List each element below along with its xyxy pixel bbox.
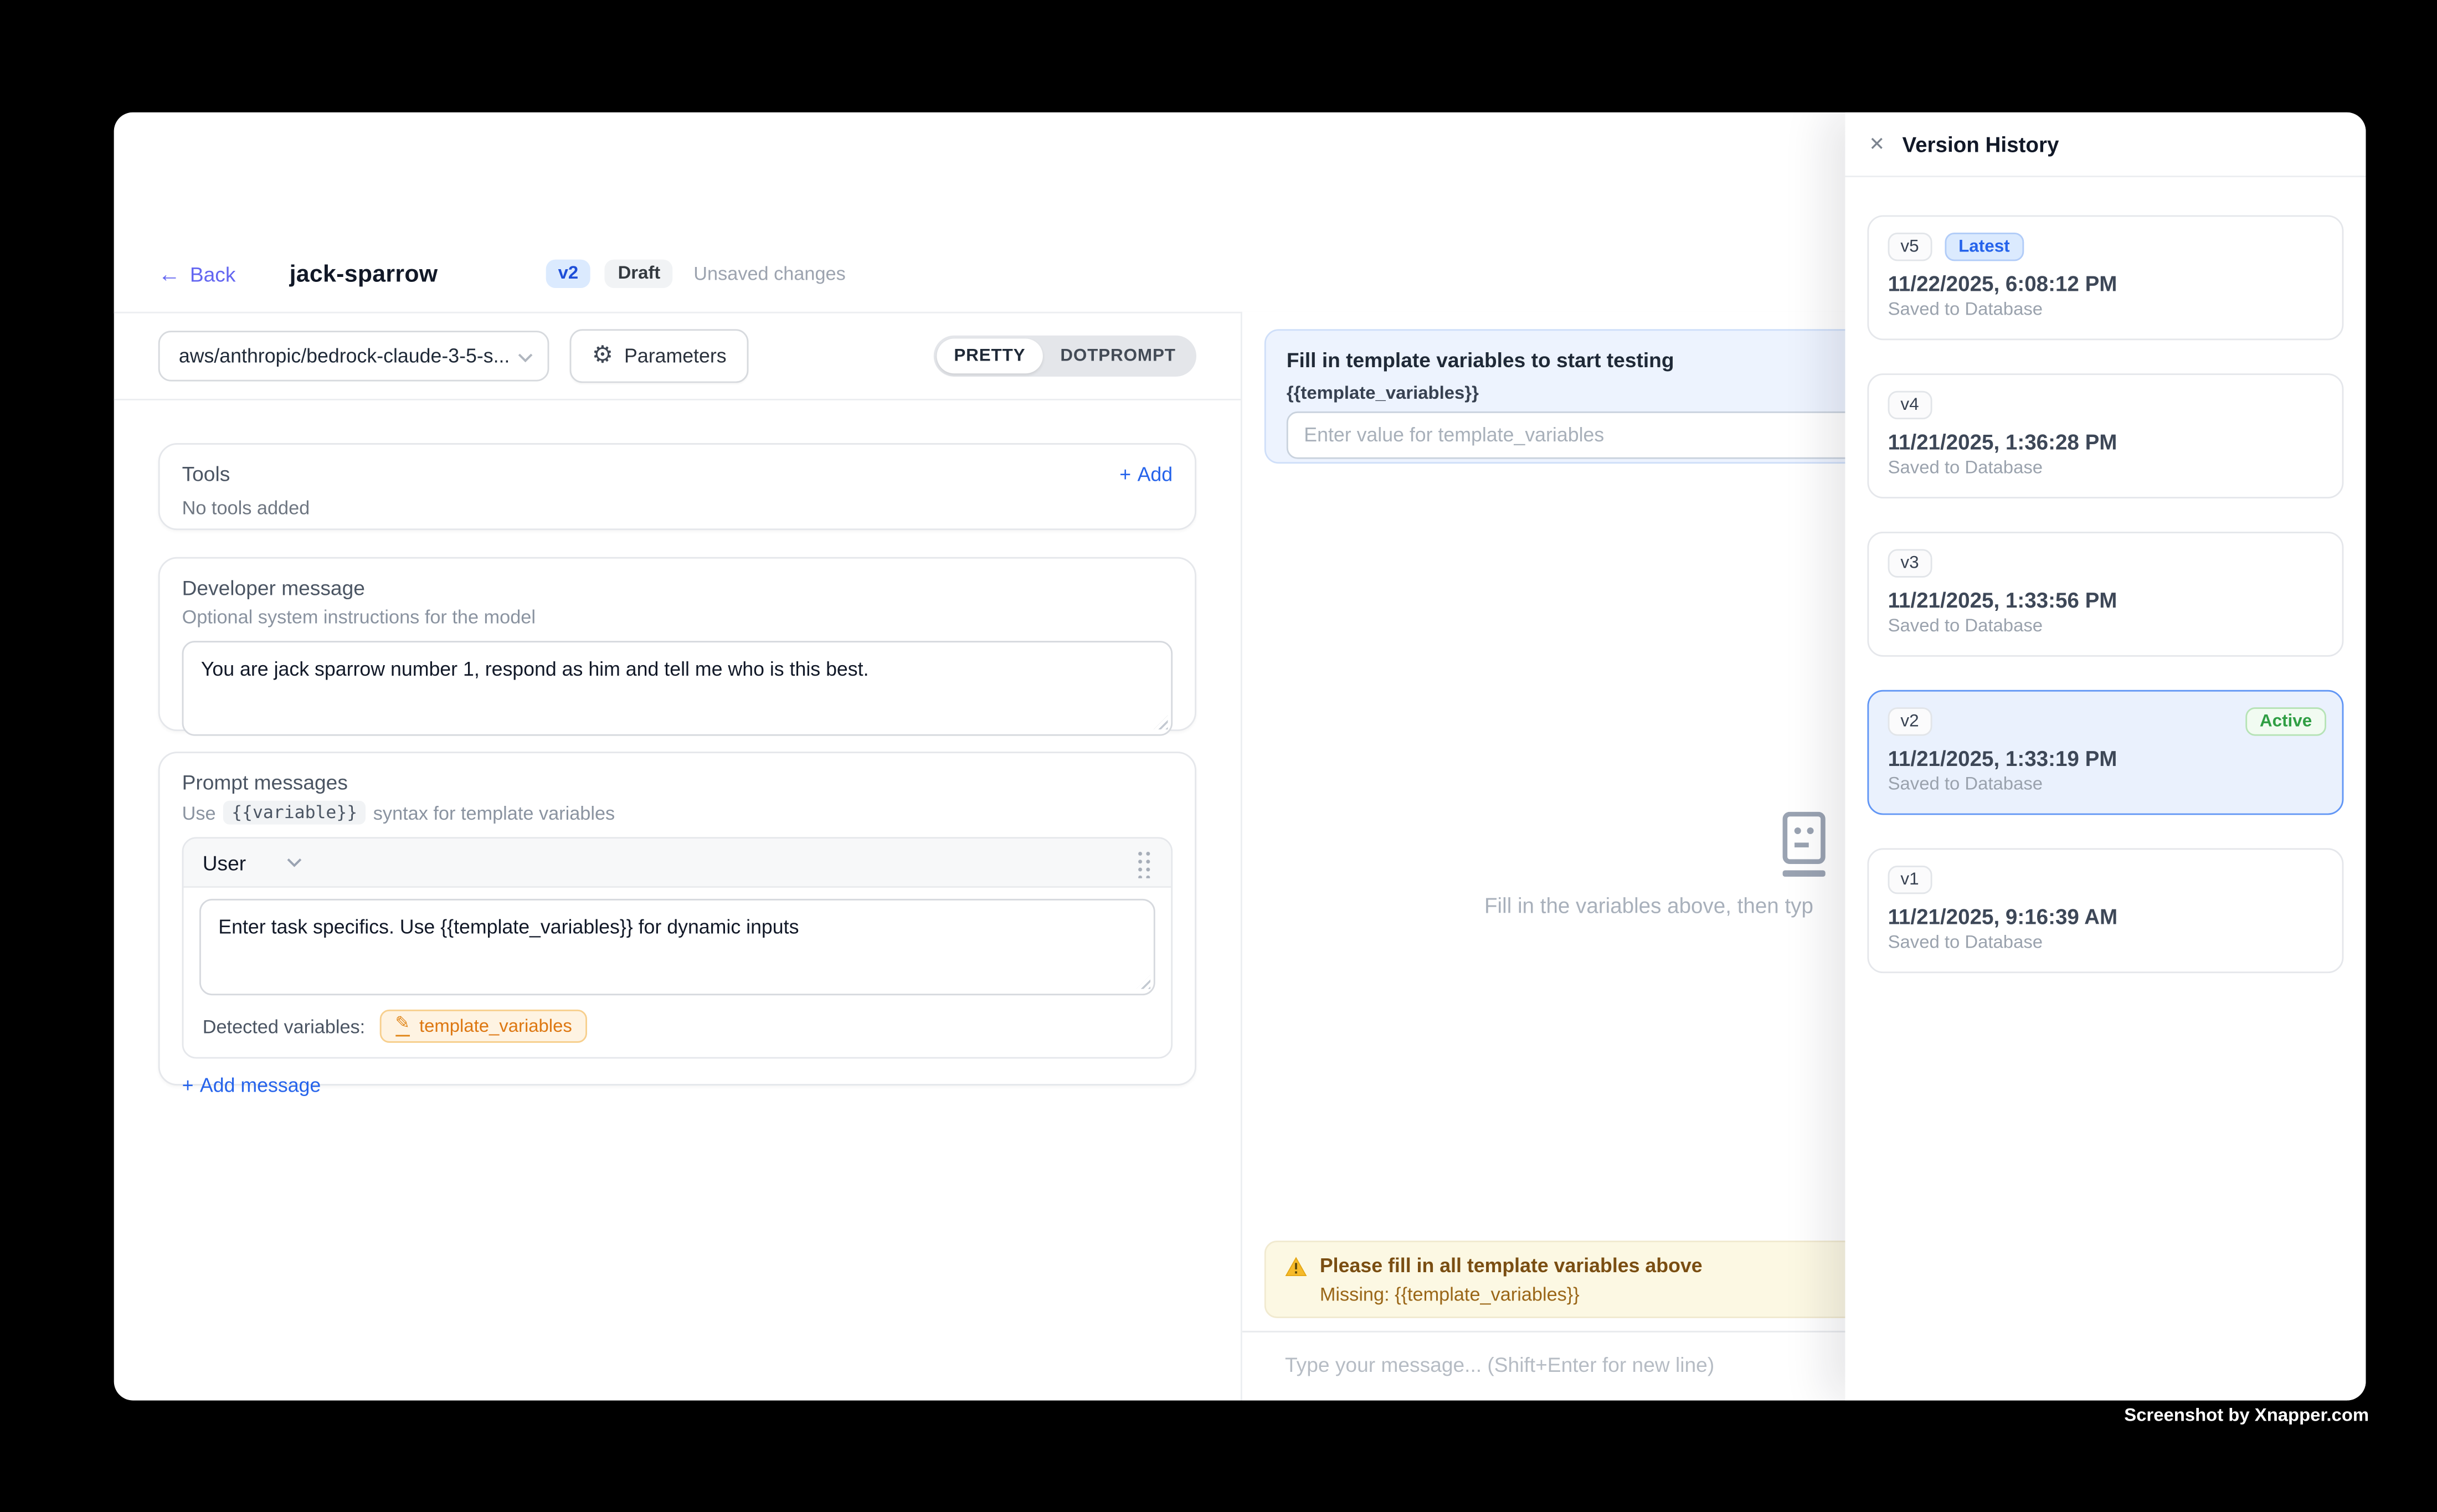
empty-state-text: Fill in the variables above, then typ (1484, 894, 1813, 918)
version-card-v1[interactable]: v1 11/21/2025, 9:16:39 AM Saved to Datab… (1867, 848, 2343, 973)
header-draft-badge: Draft (605, 260, 673, 288)
message-role-header: User (183, 839, 1171, 888)
version-number-badge: v2 (1888, 707, 1932, 736)
robot-icon (1780, 812, 1829, 878)
syntax-hint: Use {{variable}} syntax for template var… (182, 801, 1173, 825)
pencil-icon: ✎ (395, 1016, 410, 1036)
version-number-badge: v5 (1888, 233, 1932, 261)
latest-badge: Latest (1944, 233, 2024, 261)
developer-message-textarea[interactable]: You are jack sparrow number 1, respond a… (182, 641, 1173, 736)
version-card-v5[interactable]: v5 Latest 11/22/2025, 6:08:12 PM Saved t… (1867, 215, 2343, 341)
version-list: v5 Latest 11/22/2025, 6:08:12 PM Saved t… (1845, 177, 2366, 973)
version-number-badge: v3 (1888, 549, 1932, 577)
template-variable-chip[interactable]: ✎ template_variables (379, 1010, 588, 1043)
version-date: 11/21/2025, 9:16:39 AM (1888, 905, 2323, 929)
version-saved-text: Saved to Database (1888, 301, 2323, 320)
version-saved-text: Saved to Database (1888, 617, 2323, 636)
detected-variables-label: Detected variables: (203, 1015, 366, 1037)
plus-icon: + (1119, 463, 1131, 485)
prompt-messages-card: Prompt messages Use {{variable}} syntax … (158, 752, 1196, 1086)
tools-title: Tools (182, 462, 230, 486)
version-history-header: ✕ Version History (1845, 112, 2366, 177)
toggle-pretty[interactable]: PRETTY (937, 338, 1043, 373)
chevron-down-icon (517, 352, 533, 362)
version-card-v2[interactable]: v2 Active 11/21/2025, 1:33:19 PM Saved t… (1867, 690, 2343, 815)
warning-title: Please fill in all template variables ab… (1320, 1255, 1703, 1277)
version-history-title: Version History (1902, 132, 2059, 156)
variable-syntax-chip: {{variable}} (224, 801, 366, 825)
gear-icon: ⚙ (592, 343, 613, 367)
header-version-badge: v2 (546, 260, 591, 288)
message-block: User Enter task specifics. Use {{templat… (182, 837, 1173, 1058)
back-arrow-icon: ← (158, 263, 181, 285)
warning-icon (1285, 1256, 1307, 1276)
tools-empty-text: No tools added (182, 497, 1173, 519)
chevron-down-icon (287, 858, 303, 867)
close-icon[interactable]: ✕ (1869, 135, 1885, 153)
version-card-v4[interactable]: v4 11/21/2025, 1:36:28 PM Saved to Datab… (1867, 373, 2343, 498)
back-button[interactable]: ← Back (158, 262, 236, 286)
version-date: 11/22/2025, 6:08:12 PM (1888, 272, 2323, 296)
role-select-value: User (203, 851, 246, 875)
drag-handle-icon[interactable] (1136, 847, 1152, 877)
version-history-panel: ✕ Version History v5 Latest 11/22/2025, … (1845, 112, 2366, 1400)
version-date: 11/21/2025, 1:36:28 PM (1888, 430, 2323, 454)
version-date: 11/21/2025, 1:33:56 PM (1888, 589, 2323, 613)
plus-icon: + (182, 1074, 194, 1097)
screenshot-stage: ← Back jack-sparrow v2 Draft Unsaved cha… (0, 0, 2437, 1512)
back-label: Back (190, 262, 236, 286)
add-message-label: Add message (200, 1074, 321, 1097)
syntax-suffix: syntax for template variables (373, 801, 615, 824)
tools-card: Tools + Add No tools added (158, 443, 1196, 530)
parameters-button[interactable]: ⚙ Parameters (570, 328, 749, 382)
version-saved-text: Saved to Database (1888, 934, 2323, 953)
developer-message-card: Developer message Optional system instru… (158, 557, 1196, 731)
parameters-label: Parameters (624, 344, 727, 366)
prompt-messages-title: Prompt messages (182, 770, 1173, 794)
syntax-prefix: Use (182, 801, 216, 824)
add-message-button[interactable]: + Add message (182, 1074, 321, 1097)
add-tool-button[interactable]: + Add (1119, 463, 1173, 485)
page-title: jack-sparrow (290, 260, 438, 287)
add-tool-label: Add (1138, 463, 1173, 485)
detected-variables-row: Detected variables: ✎ template_variables (199, 1010, 1155, 1043)
version-saved-text: Saved to Database (1888, 775, 2323, 794)
model-select-value: aws/anthropic/bedrock-claude-3-5-s... (179, 344, 510, 366)
role-select[interactable]: User (203, 851, 303, 875)
prompt-message-textarea[interactable]: Enter task specifics. Use {{template_var… (199, 899, 1155, 995)
model-select[interactable]: aws/anthropic/bedrock-claude-3-5-s... (158, 330, 549, 380)
toggle-dotprompt[interactable]: DOTPROMPT (1043, 338, 1193, 373)
unsaved-changes-text: Unsaved changes (693, 263, 846, 285)
active-badge: Active (2245, 707, 2326, 736)
template-variable-name: template_variables (419, 1017, 572, 1036)
editor-column: aws/anthropic/bedrock-claude-3-5-s... ⚙ … (114, 312, 1242, 1400)
editor-toolbar: aws/anthropic/bedrock-claude-3-5-s... ⚙ … (114, 312, 1241, 400)
developer-message-subtitle: Optional system instructions for the mod… (182, 606, 1173, 628)
version-number-badge: v4 (1888, 391, 1932, 419)
version-date: 11/21/2025, 1:33:19 PM (1888, 747, 2323, 771)
version-number-badge: v1 (1888, 866, 1932, 894)
watermark-text: Screenshot by Xnapper.com (2124, 1407, 2369, 1426)
version-saved-text: Saved to Database (1888, 459, 2323, 478)
title-row: ← Back jack-sparrow v2 Draft Unsaved cha… (158, 253, 846, 294)
view-mode-toggle: PRETTY DOTPROMPT (933, 335, 1196, 376)
editor-content: Tools + Add No tools added (114, 400, 1241, 1128)
app-window: ← Back jack-sparrow v2 Draft Unsaved cha… (114, 112, 2366, 1400)
version-card-v3[interactable]: v3 11/21/2025, 1:33:56 PM Saved to Datab… (1867, 532, 2343, 657)
developer-message-title: Developer message (182, 576, 1173, 600)
